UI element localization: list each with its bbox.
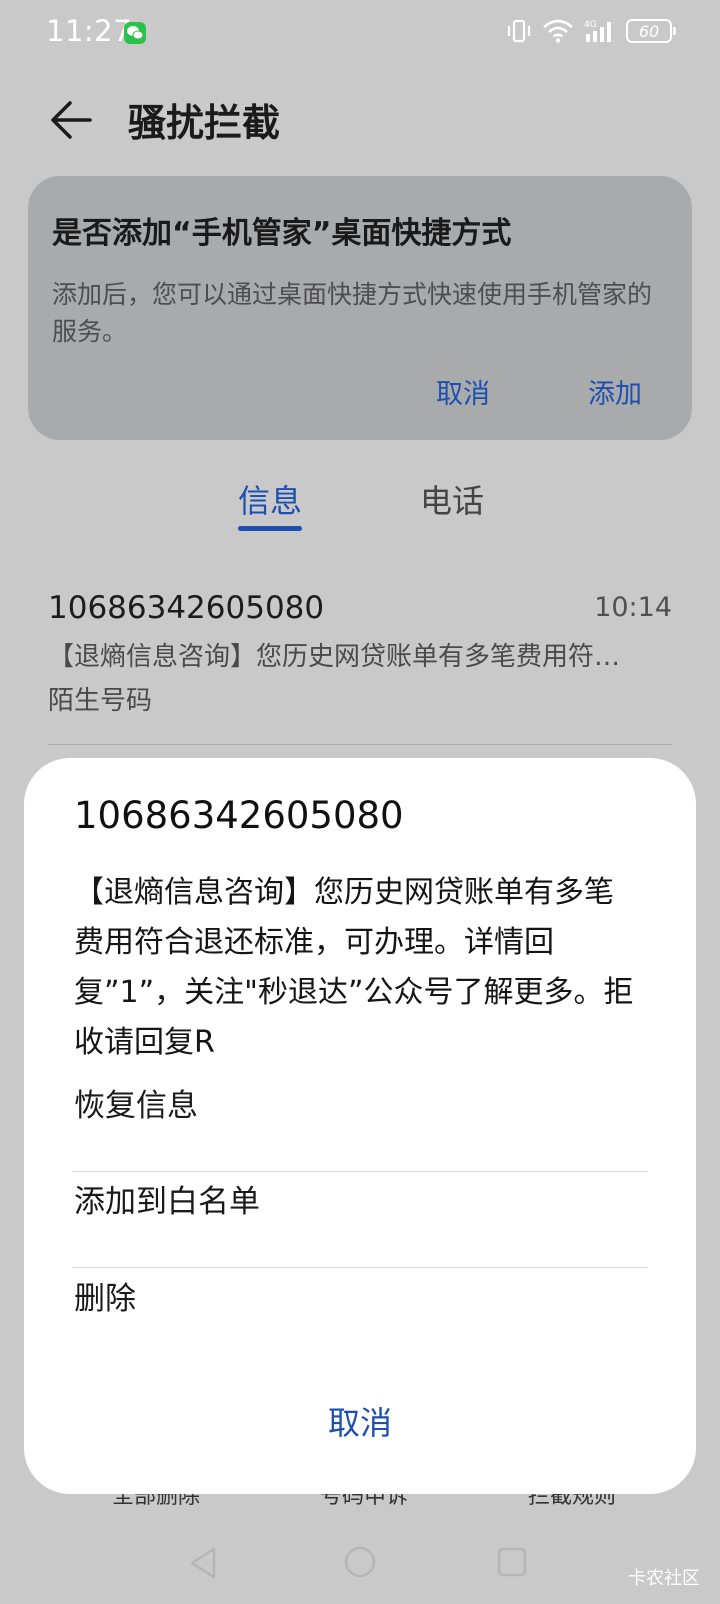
add-to-whitelist-option[interactable]: 添加到白名单 — [74, 1154, 650, 1250]
message-sender-number: 10686342605080 — [48, 590, 325, 626]
page-title: 骚扰拦截 — [128, 101, 281, 145]
wechat-notification-icon — [124, 22, 146, 44]
shortcut-card-title: 是否添加“手机管家”桌面快捷方式 — [52, 216, 512, 251]
tab-messages[interactable]: 信息 — [238, 476, 302, 522]
nav-back-icon[interactable] — [188, 1546, 218, 1580]
nav-home-icon[interactable] — [343, 1545, 377, 1579]
battery-level: 60 — [638, 21, 660, 41]
wifi-icon — [543, 19, 573, 43]
signal-4g-icon: 4G — [584, 20, 611, 42]
message-action-sheet: 10686342605080 【退熵信息咨询】您历史网贷账单有多笔费用符合退还标… — [24, 758, 696, 1494]
svg-text:4G: 4G — [584, 20, 597, 30]
nav-recent-apps-icon[interactable] — [496, 1546, 528, 1578]
shortcut-card-description: 添加后，您可以通过桌面快捷方式快速使用手机管家的服务。 — [52, 280, 653, 346]
battery-indicator: 60 — [626, 19, 676, 43]
status-icons: 4G 60 — [506, 18, 676, 44]
vibrate-icon — [507, 19, 531, 43]
list-item[interactable]: 10686342605080 10:14 【退熵信息咨询】您历史网贷账单有多笔费… — [48, 584, 672, 744]
watermark: 卡农社区 — [628, 1568, 700, 1589]
tab-calls[interactable]: 电话 — [420, 476, 484, 522]
message-tag: 陌生号码 — [48, 686, 153, 716]
shortcut-prompt-card: 是否添加“手机管家”桌面快捷方式 添加后，您可以通过桌面快捷方式快速使用手机管家… — [28, 176, 692, 440]
shortcut-cancel-button[interactable]: 取消 — [436, 372, 490, 411]
status-bar: 11:27 4G 60 — [0, 0, 720, 66]
message-preview: 【退熵信息咨询】您历史网贷账单有多笔费用符… — [48, 642, 621, 672]
sheet-sender-number: 10686342605080 — [74, 794, 404, 837]
message-time: 10:14 — [594, 592, 672, 623]
restore-message-option[interactable]: 恢复信息 — [74, 1058, 650, 1154]
delete-option[interactable]: 删除 — [74, 1251, 650, 1347]
tab-selected-indicator — [238, 526, 302, 531]
list-divider — [48, 744, 672, 745]
sheet-message-body: 【退熵信息咨询】您历史网贷账单有多笔费用符合退还标准，可办理。详情回复”1”，关… — [74, 875, 634, 1060]
sheet-cancel-button[interactable]: 取消 — [24, 1398, 696, 1444]
back-arrow-icon[interactable] — [48, 96, 96, 144]
status-time: 11:27 — [46, 14, 133, 48]
shortcut-add-button[interactable]: 添加 — [588, 372, 642, 411]
